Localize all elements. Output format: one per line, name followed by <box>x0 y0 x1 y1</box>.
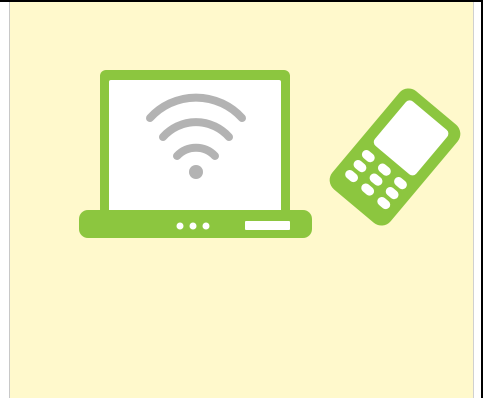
laptop-slot <box>245 221 290 230</box>
mobile-phone-icon <box>329 88 461 226</box>
laptop-led <box>176 222 184 230</box>
laptop-led <box>189 222 197 230</box>
illustration-frame <box>0 0 483 398</box>
connectivity-illustration <box>79 70 461 238</box>
laptop-led <box>202 222 210 230</box>
